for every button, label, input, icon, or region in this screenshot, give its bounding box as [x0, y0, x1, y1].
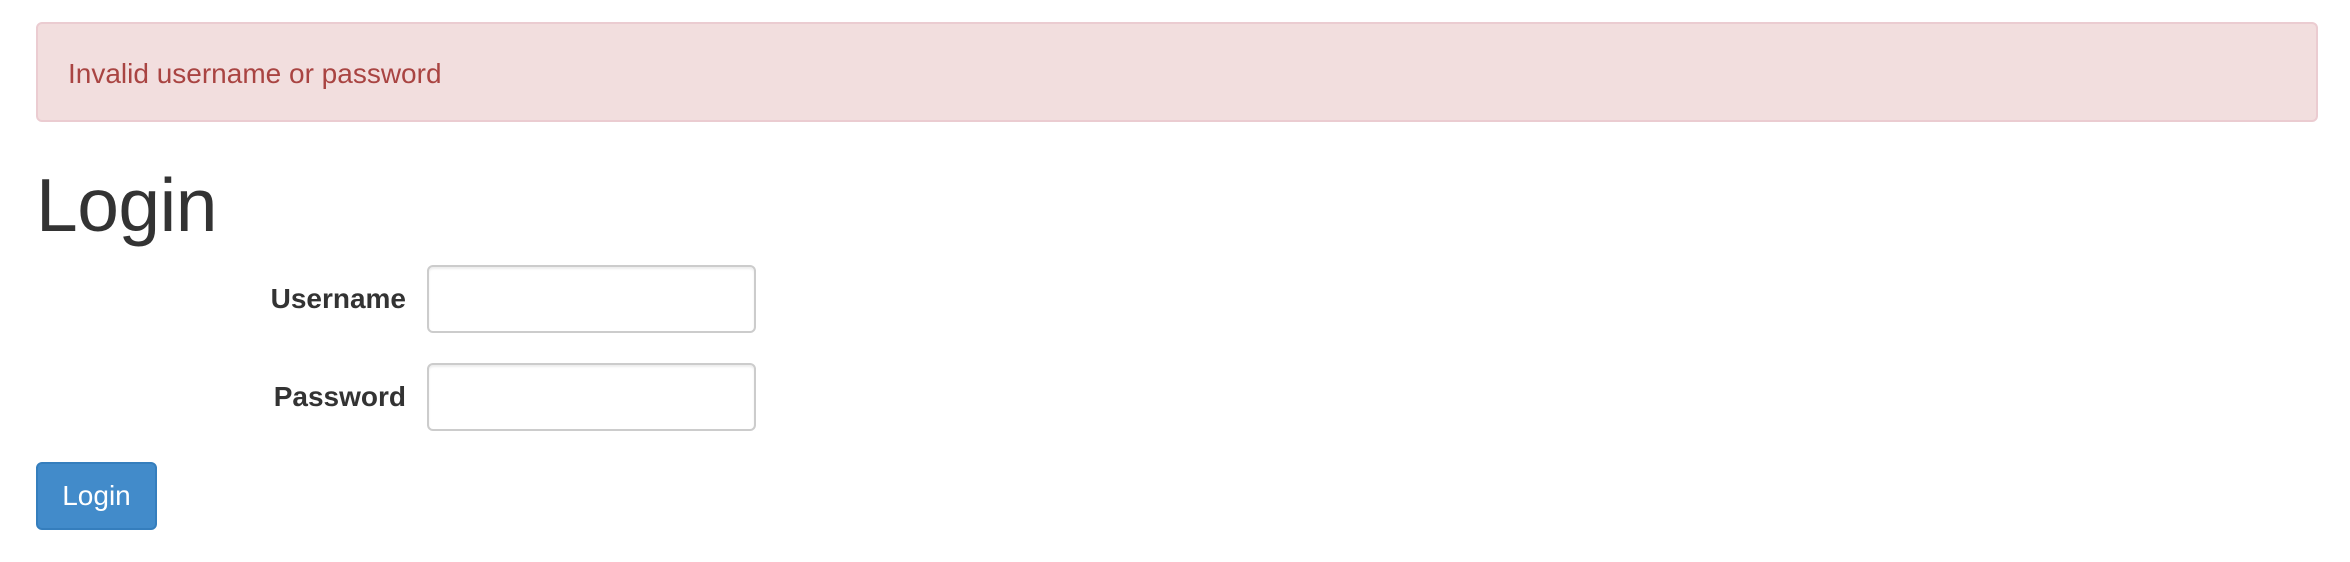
login-button[interactable]: Login [36, 462, 157, 530]
page-title: Login [36, 163, 218, 247]
login-page: Invalid username or password Login Usern… [0, 0, 2350, 562]
username-label: Username [270, 283, 406, 314]
error-alert-message: Invalid username or password [68, 58, 442, 89]
username-row: Username [36, 265, 776, 333]
username-input[interactable] [427, 265, 756, 333]
password-label: Password [273, 381, 406, 412]
password-row: Password [36, 363, 776, 431]
password-input[interactable] [427, 363, 756, 431]
error-alert: Invalid username or password [36, 22, 2318, 122]
